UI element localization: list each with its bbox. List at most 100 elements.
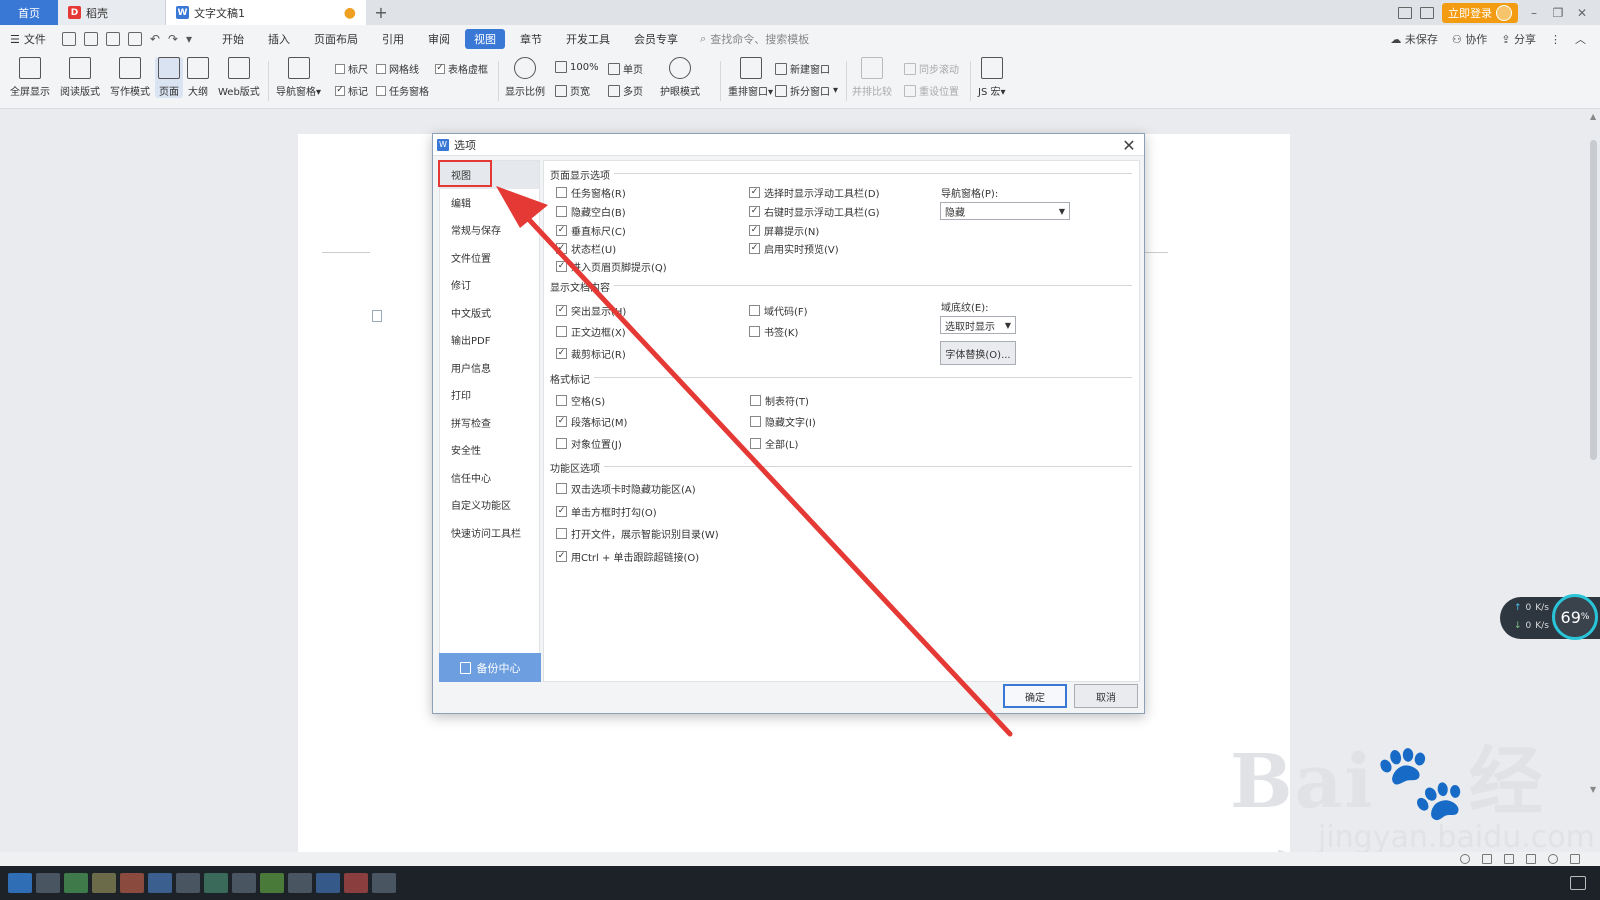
taskbar-app[interactable] bbox=[176, 873, 200, 893]
single-page-button[interactable]: 单页 bbox=[608, 61, 643, 76]
checkbox[interactable]: ✓ bbox=[556, 261, 567, 272]
scroll-thumb[interactable] bbox=[1590, 140, 1597, 460]
backup-center-button[interactable]: 备份中心 bbox=[439, 653, 541, 682]
sidebar-item-revision[interactable]: 修订 bbox=[440, 271, 539, 299]
option-all-marks[interactable]: 全部(L) bbox=[750, 436, 798, 451]
unsaved-status[interactable]: ☁ 未保存 bbox=[1390, 31, 1438, 47]
task-pane-checkbox[interactable]: 任务窗格 bbox=[376, 83, 429, 98]
option-paragraph-marks[interactable]: ✓ 段落标记(M) bbox=[556, 414, 627, 429]
multi-page-button[interactable]: 多页 bbox=[608, 83, 643, 98]
checkbox[interactable] bbox=[556, 483, 567, 494]
checkbox[interactable]: ✓ bbox=[749, 206, 760, 217]
taskbar-app[interactable] bbox=[316, 873, 340, 893]
sidebar-item-edit[interactable]: 编辑 bbox=[440, 189, 539, 217]
collapse-ribbon-icon[interactable]: ︿ bbox=[1575, 31, 1586, 47]
checkbox[interactable] bbox=[556, 206, 567, 217]
sidebar-item-quick-access[interactable]: 快速访问工具栏 bbox=[440, 519, 539, 547]
more-icon[interactable]: ⋮ bbox=[1550, 33, 1561, 46]
checkbox[interactable]: ✓ bbox=[556, 348, 567, 359]
option-hidden-text[interactable]: 隐藏文字(I) bbox=[750, 414, 816, 429]
table-dashes-checkbox[interactable]: ✓ 表格虚框 bbox=[435, 61, 488, 76]
reading-layout-button[interactable]: 阅读版式 bbox=[60, 57, 100, 98]
option-bookmark[interactable]: 书签(K) bbox=[749, 324, 798, 339]
checkbox[interactable] bbox=[750, 416, 761, 427]
taskbar-app[interactable] bbox=[288, 873, 312, 893]
new-tab-button[interactable]: + bbox=[366, 0, 396, 25]
sidebar-item-customize-ribbon[interactable]: 自定义功能区 bbox=[440, 491, 539, 519]
undo-icon[interactable]: ↶ bbox=[150, 32, 160, 46]
eye-status-icon[interactable] bbox=[1460, 854, 1470, 864]
zoom-100-button[interactable]: 100% bbox=[555, 61, 599, 73]
checkbox[interactable] bbox=[749, 305, 760, 316]
option-text-border[interactable]: 正文边框(X) bbox=[556, 324, 626, 339]
checkbox[interactable] bbox=[556, 528, 567, 539]
taskbar-app[interactable] bbox=[36, 873, 60, 893]
font-replace-button[interactable]: 字体替换(O)... bbox=[940, 341, 1016, 365]
option-ctrl-click-link[interactable]: ✓ 用Ctrl + 单击跟踪超链接(O) bbox=[556, 549, 699, 564]
tab-home[interactable]: 首页 bbox=[0, 0, 58, 25]
nav-pane-button[interactable]: 导航窗格▾ bbox=[276, 57, 321, 98]
taskbar-app[interactable] bbox=[120, 873, 144, 893]
option-header-footer-hint[interactable]: ✓ 进入页眉页脚提示(Q) bbox=[556, 259, 667, 274]
save-icon[interactable] bbox=[61, 32, 76, 46]
checkbox[interactable]: ✓ bbox=[556, 243, 567, 254]
vertical-scrollbar[interactable]: ▲ ▼ bbox=[1587, 110, 1600, 852]
reset-position-button[interactable]: 重设位置 bbox=[904, 83, 959, 98]
sidebar-item-chinese-layout[interactable]: 中文版式 bbox=[440, 299, 539, 327]
option-status-bar[interactable]: ✓ 状态栏(U) bbox=[556, 241, 616, 256]
fullscreen-button[interactable]: 全屏显示 bbox=[10, 57, 50, 98]
web-layout-button[interactable]: Web版式 bbox=[218, 57, 260, 98]
close-window-icon[interactable]: ✕ bbox=[1574, 6, 1590, 20]
menu-review[interactable]: 审阅 bbox=[419, 29, 459, 49]
taskbar-app[interactable] bbox=[204, 873, 228, 893]
js-macro-button[interactable]: JS 宏▾ bbox=[978, 57, 1006, 98]
new-window-button[interactable]: 新建窗口 bbox=[775, 61, 830, 76]
ok-button[interactable]: 确定 bbox=[1003, 684, 1067, 708]
share-button[interactable]: ⇪ 分享 bbox=[1501, 31, 1536, 47]
option-object-anchors[interactable]: 对象位置(J) bbox=[556, 436, 622, 451]
checkbox[interactable]: ✓ bbox=[556, 551, 567, 562]
tab-docer[interactable]: D 稻壳 bbox=[58, 0, 166, 25]
display-ratio-button[interactable]: 显示比例 bbox=[505, 57, 545, 98]
login-button[interactable]: 立即登录 bbox=[1442, 2, 1518, 23]
marks-checkbox[interactable]: ✓ 标记 bbox=[335, 83, 368, 98]
grid-icon[interactable] bbox=[1420, 6, 1434, 19]
ruler-checkbox[interactable]: 标尺 bbox=[335, 61, 368, 76]
option-hide-blank[interactable]: 隐藏空白(B) bbox=[556, 204, 626, 219]
field-shading-select[interactable]: 选取时显示 ▼ bbox=[940, 316, 1016, 334]
menu-reference[interactable]: 引用 bbox=[373, 29, 413, 49]
outline-status-icon[interactable] bbox=[1504, 854, 1514, 864]
print-icon[interactable] bbox=[105, 32, 120, 46]
nav-pane-select[interactable]: 隐藏 ▼ bbox=[940, 202, 1070, 220]
checkbox[interactable]: ✓ bbox=[749, 225, 760, 236]
menu-developer[interactable]: 开发工具 bbox=[557, 29, 619, 49]
web-status-icon[interactable] bbox=[1548, 854, 1558, 864]
option-live-preview[interactable]: ✓ 启用实时预览(V) bbox=[749, 241, 839, 256]
sidebar-item-spell-check[interactable]: 拼写检查 bbox=[440, 409, 539, 437]
option-highlight[interactable]: ✓ 突出显示(H) bbox=[556, 303, 626, 318]
page-width-button[interactable]: 页宽 bbox=[555, 83, 590, 98]
redo-icon[interactable]: ↷ bbox=[168, 32, 178, 46]
paragraph-handle-icon[interactable] bbox=[372, 310, 382, 322]
option-crop-marks[interactable]: ✓ 裁剪标记(R) bbox=[556, 346, 626, 361]
taskbar-app[interactable] bbox=[260, 873, 284, 893]
export-icon[interactable] bbox=[83, 32, 98, 46]
taskbar-app[interactable] bbox=[64, 873, 88, 893]
layout-icon[interactable] bbox=[1398, 6, 1412, 19]
outline-button[interactable]: 大纲 bbox=[187, 57, 209, 98]
taskbar-app[interactable] bbox=[92, 873, 116, 893]
option-vertical-ruler[interactable]: ✓ 垂直标尺(C) bbox=[556, 223, 626, 238]
checkbox[interactable]: ✓ bbox=[749, 187, 760, 198]
file-menu[interactable]: ☰ 文件 bbox=[10, 31, 46, 47]
option-task-pane[interactable]: 任务窗格(R) bbox=[556, 185, 626, 200]
taskbar-app[interactable] bbox=[232, 873, 256, 893]
taskbar-app[interactable] bbox=[372, 873, 396, 893]
option-spaces[interactable]: 空格(S) bbox=[556, 393, 605, 408]
cancel-button[interactable]: 取消 bbox=[1074, 684, 1138, 708]
checkbox[interactable]: ✓ bbox=[749, 243, 760, 254]
menu-view[interactable]: 视图 bbox=[465, 29, 506, 49]
checkbox[interactable] bbox=[556, 326, 567, 337]
dialog-close-button[interactable]: ✕ bbox=[1120, 136, 1138, 155]
option-float-toolbar-right-click[interactable]: ✓ 右键时显示浮动工具栏(G) bbox=[749, 204, 880, 219]
reading-status-icon[interactable] bbox=[1526, 854, 1536, 864]
